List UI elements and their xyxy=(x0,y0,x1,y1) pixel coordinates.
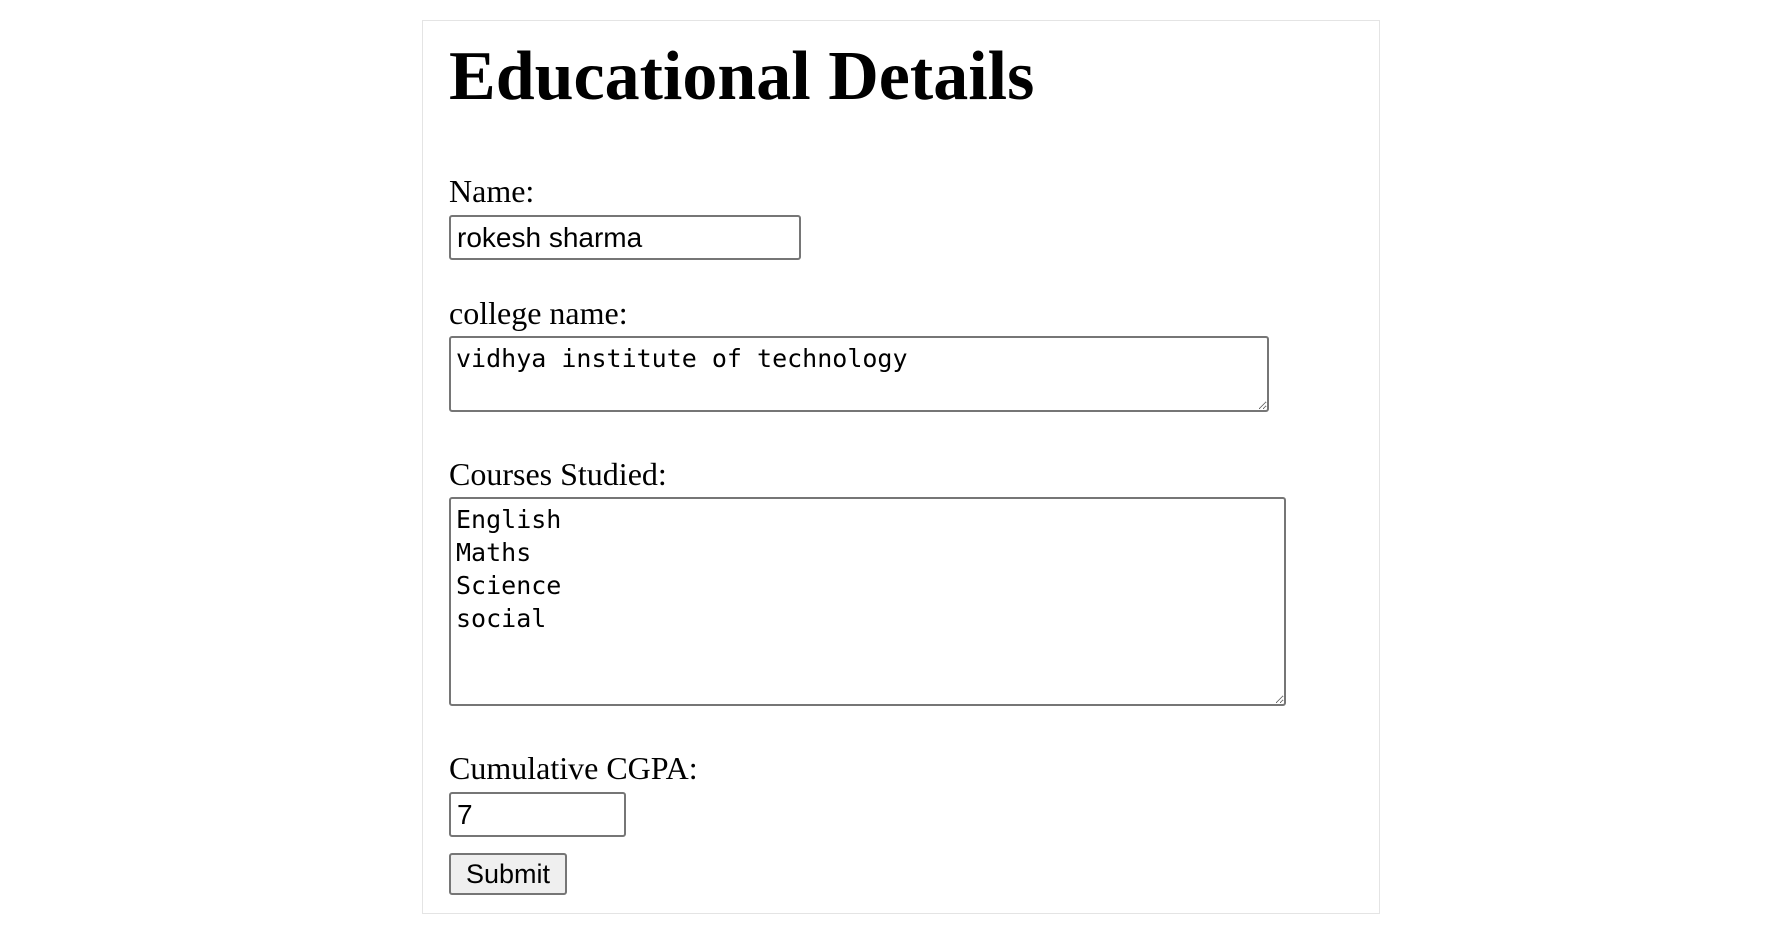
name-label: Name: xyxy=(449,173,535,209)
cgpa-input[interactable] xyxy=(449,792,626,837)
courses-studied-label: Courses Studied: xyxy=(449,456,667,492)
courses-studied-textarea[interactable]: English Maths Science social xyxy=(449,497,1286,706)
submit-button[interactable]: Submit xyxy=(449,853,567,895)
cumulative-cgpa-label: Cumulative CGPA: xyxy=(449,750,698,786)
form-title: Educational Details xyxy=(449,38,1035,115)
college-name-textarea[interactable]: vidhya institute of technology xyxy=(449,336,1269,412)
name-input[interactable] xyxy=(449,215,801,260)
educational-details-form: Educational Details Name: college name: … xyxy=(422,20,1380,914)
college-name-label: college name: xyxy=(449,295,628,331)
